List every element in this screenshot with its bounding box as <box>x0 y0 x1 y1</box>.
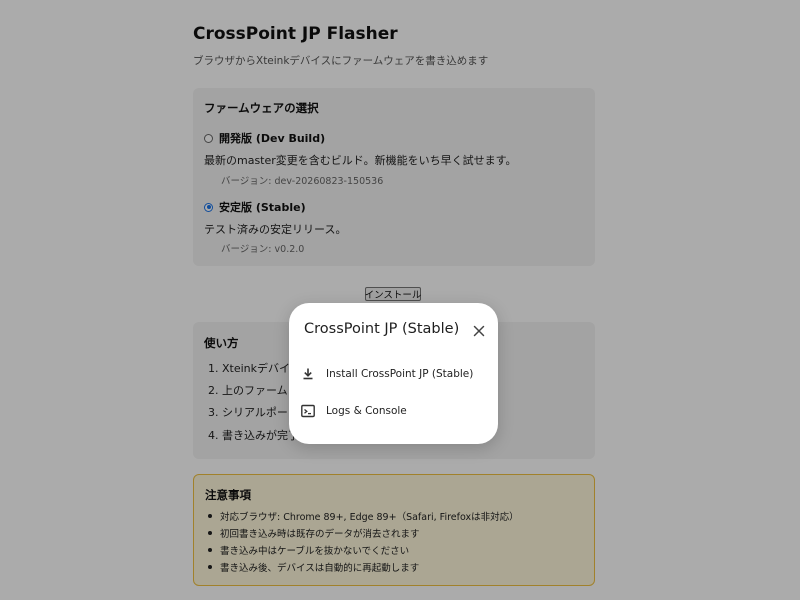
modal-backdrop[interactable] <box>0 0 800 600</box>
logs-console-label: Logs & Console <box>326 405 407 417</box>
dialog-title: CrossPoint JP (Stable) <box>304 321 460 337</box>
close-icon[interactable] <box>472 323 486 337</box>
install-menu-label: Install CrossPoint JP (Stable) <box>326 368 474 380</box>
install-menu-item[interactable]: Install CrossPoint JP (Stable) <box>289 357 498 391</box>
flasher-page: CrossPoint JP Flasher ブラウザからXteinkデバイスにフ… <box>0 0 800 600</box>
download-icon <box>300 366 316 382</box>
logs-console-menu-item[interactable]: Logs & Console <box>289 394 498 428</box>
install-dialog: CrossPoint JP (Stable) Install CrossPoin… <box>289 303 498 444</box>
terminal-icon <box>300 403 316 419</box>
